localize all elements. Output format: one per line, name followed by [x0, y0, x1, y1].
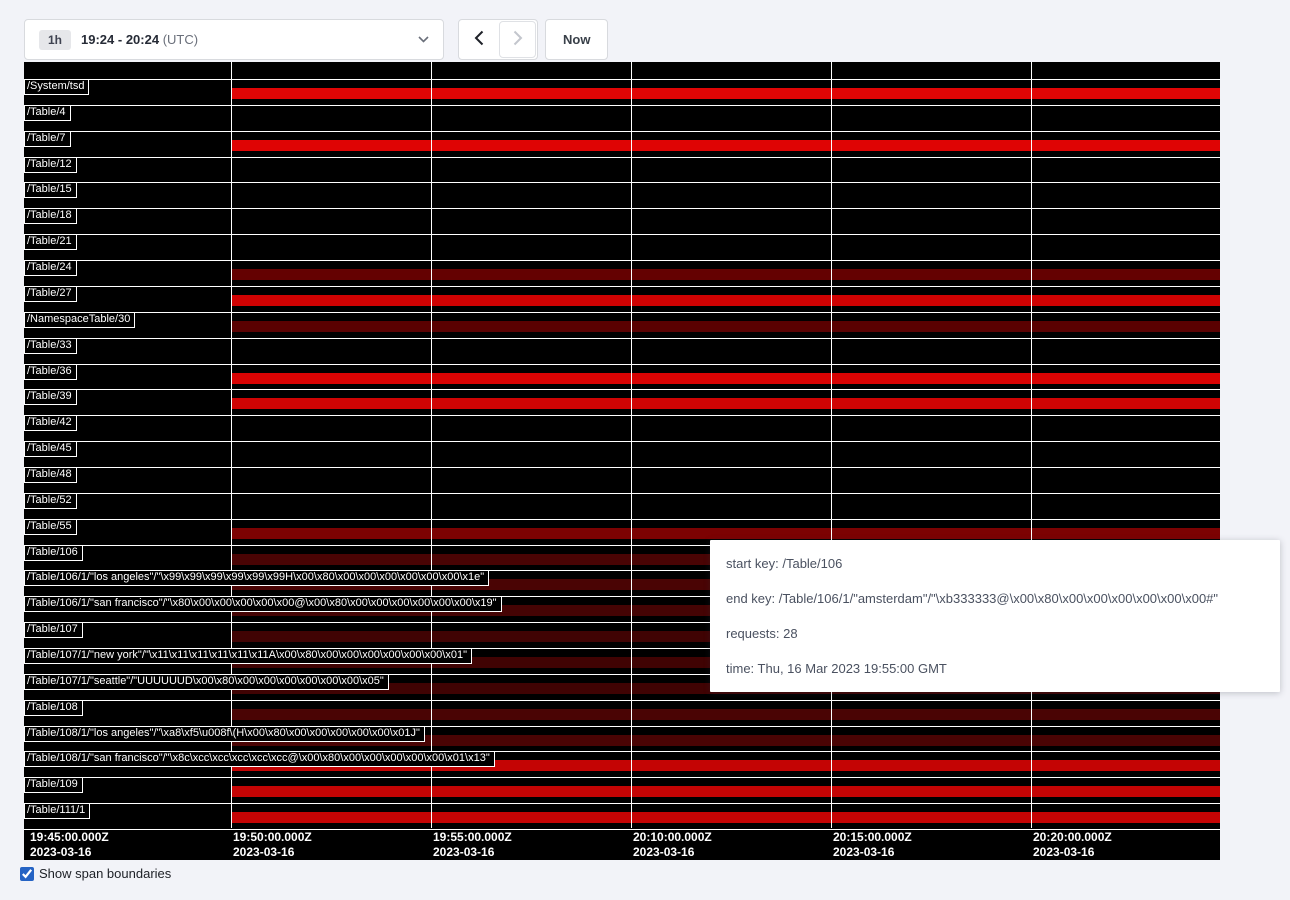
chevron-right-icon [513, 30, 523, 49]
span-label: /Table/108 [24, 700, 83, 716]
span-boundary-line [24, 415, 1220, 416]
time-gridline [1031, 62, 1032, 828]
span-boundary-line [24, 803, 1220, 804]
show-span-boundaries-checkbox[interactable] [20, 867, 34, 881]
span-label: /NamespaceTable/30 [24, 312, 135, 328]
span-label: /Table/18 [24, 208, 77, 224]
time-range-label: 19:24 - 20:24 (UTC) [81, 32, 198, 47]
time-gridline [431, 62, 432, 828]
span-label: /Table/24 [24, 260, 77, 276]
heatmap-band[interactable] [232, 528, 1220, 539]
time-axis-label: 19:55:00.000Z2023-03-16 [433, 830, 512, 860]
span-label: /Table/42 [24, 415, 77, 431]
span-label: /Table/27 [24, 286, 77, 302]
span-boundary-line [24, 131, 1220, 132]
span-label: /Table/7 [24, 131, 71, 147]
chevron-left-icon [474, 30, 484, 49]
span-label: /Table/106/1/"los angeles"/"\x99\x99\x99… [24, 570, 489, 586]
heatmap-band[interactable] [232, 398, 1220, 409]
hover-tooltip: start key: /Table/106end key: /Table/106… [710, 540, 1280, 692]
span-label: /Table/21 [24, 234, 77, 250]
time-axis-label: 20:15:00.000Z2023-03-16 [833, 830, 912, 860]
chevron-down-icon [418, 36, 429, 43]
tooltip-line: time: Thu, 16 Mar 2023 19:55:00 GMT [710, 651, 1280, 686]
span-label: /Table/107/1/"seattle"/"UUUUUUD\x00\x80\… [24, 674, 389, 690]
time-axis-label: 19:45:00.000Z2023-03-16 [30, 830, 109, 860]
tooltip-line: requests: 28 [710, 616, 1280, 651]
timezone-label: (UTC) [163, 32, 198, 47]
span-boundary-line [24, 441, 1220, 442]
now-button[interactable]: Now [545, 19, 608, 60]
duration-badge: 1h [39, 30, 71, 50]
span-boundary-line [24, 777, 1220, 778]
span-boundary-line [24, 700, 1220, 701]
time-axis-label: 19:50:00.000Z2023-03-16 [233, 830, 312, 860]
time-range-value: 19:24 - 20:24 [81, 32, 159, 47]
heatmap-band[interactable] [232, 373, 1220, 384]
time-gridline [231, 62, 232, 828]
span-label: /Table/52 [24, 493, 77, 509]
span-label: /Table/107/1/"new york"/"\x11\x11\x11\x1… [24, 648, 472, 664]
span-label: /Table/106 [24, 545, 83, 561]
tooltip-line: start key: /Table/106 [710, 546, 1280, 581]
span-label: /System/tsd [24, 79, 89, 95]
span-label: /Table/4 [24, 105, 71, 121]
key-visualizer-page: 1h 19:24 - 20:24 (UTC) Now /System/tsd/T… [0, 0, 1290, 900]
time-gridline [631, 62, 632, 828]
span-label: /Table/15 [24, 182, 77, 198]
key-visualizer-canvas[interactable]: /System/tsd/Table/4/Table/7/Table/12/Tab… [24, 62, 1220, 860]
span-boundary-line [24, 157, 1220, 158]
time-axis-label: 20:20:00.000Z2023-03-16 [1033, 830, 1112, 860]
tooltip-line: end key: /Table/106/1/"amsterdam"/"\xb33… [710, 581, 1280, 616]
span-label: /Table/106/1/"san francisco"/"\x80\x00\x… [24, 596, 502, 612]
span-boundary-line [24, 467, 1220, 468]
span-boundary-line [24, 234, 1220, 235]
span-label: /Table/111/1 [24, 803, 90, 819]
heatmap-band[interactable] [232, 140, 1220, 151]
time-range-picker[interactable]: 1h 19:24 - 20:24 (UTC) [24, 19, 444, 60]
span-boundary-line [24, 493, 1220, 494]
span-boundary-line [24, 208, 1220, 209]
span-label: /Table/109 [24, 777, 83, 793]
span-label: /Table/108/1/"los angeles"/"\xa8\xf5\u00… [24, 726, 425, 742]
span-label: /Table/12 [24, 157, 77, 173]
heatmap-band[interactable] [232, 812, 1220, 823]
time-gridline [831, 62, 832, 828]
span-boundary-line [24, 182, 1220, 183]
next-time-button[interactable] [499, 21, 536, 58]
heatmap-band[interactable] [232, 88, 1220, 99]
span-boundary-line [24, 364, 1220, 365]
span-boundary-line [24, 260, 1220, 261]
heatmap-band[interactable] [232, 321, 1220, 332]
span-label: /Table/36 [24, 364, 77, 380]
span-boundary-line [24, 286, 1220, 287]
span-boundary-line [24, 79, 1220, 80]
span-label: /Table/108/1/"san francisco"/"\x8c\xcc\x… [24, 751, 495, 767]
show-span-boundaries-control[interactable]: Show span boundaries [20, 866, 171, 881]
time-axis-label: 20:10:00.000Z2023-03-16 [633, 830, 712, 860]
span-label: /Table/33 [24, 338, 77, 354]
span-boundary-line [24, 519, 1220, 520]
span-boundary-line [24, 389, 1220, 390]
heatmap-band[interactable] [232, 269, 1220, 280]
span-boundary-line [24, 105, 1220, 106]
prev-time-button[interactable] [460, 21, 497, 58]
span-label: /Table/107 [24, 622, 83, 638]
heatmap-band[interactable] [232, 295, 1220, 306]
span-label: /Table/48 [24, 467, 77, 483]
heatmap-band[interactable] [232, 709, 1220, 720]
time-nav-group [458, 19, 538, 60]
span-label: /Table/39 [24, 389, 77, 405]
heatmap-band[interactable] [232, 786, 1220, 797]
show-span-boundaries-label: Show span boundaries [39, 866, 171, 881]
span-label: /Table/45 [24, 441, 77, 457]
span-boundary-line [24, 312, 1220, 313]
span-boundary-line [24, 338, 1220, 339]
span-label: /Table/55 [24, 519, 77, 535]
